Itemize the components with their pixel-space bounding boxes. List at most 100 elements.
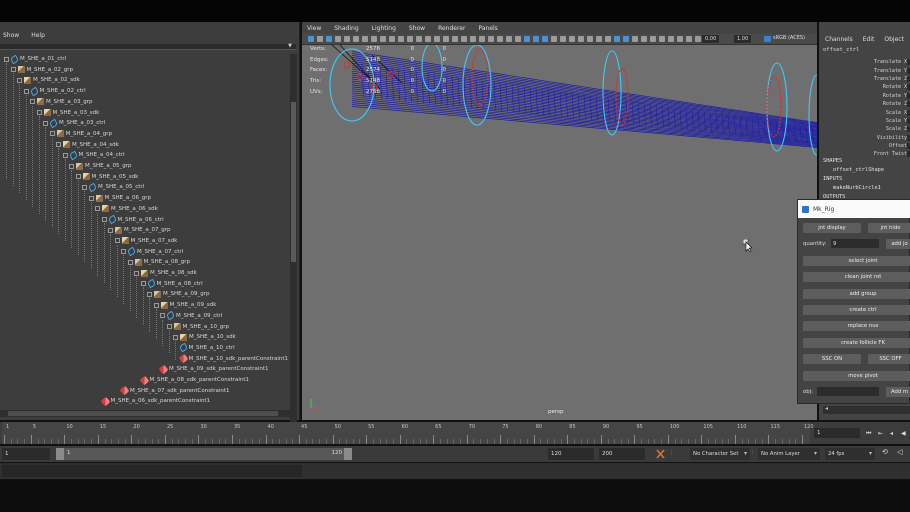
- channel-attribute-row[interactable]: Offset: [819, 142, 910, 150]
- outliner-item[interactable]: M_SHE_a_07_sdk_parentConstraint1: [119, 385, 230, 396]
- viewport-toolbar-icon[interactable]: [362, 36, 368, 42]
- expand-toggle-icon[interactable]: [62, 152, 68, 158]
- gamma-field[interactable]: 1.00: [734, 35, 752, 43]
- filter-dropdown-icon[interactable]: ▼: [288, 43, 292, 49]
- outliner-vertical-scrollbar[interactable]: [290, 54, 297, 422]
- outliner-item[interactable]: M_SHE_a_02_grp: [10, 65, 73, 75]
- viewport-toolbar-icon[interactable]: [668, 36, 674, 42]
- outliner-item[interactable]: M_SHE_a_04_grp: [49, 129, 112, 139]
- outliner-item[interactable]: M_SHE_a_07_grp: [108, 225, 170, 235]
- viewport-toolbar-icon[interactable]: [524, 36, 530, 42]
- expand-toggle-icon[interactable]: [166, 324, 172, 329]
- range-end-field[interactable]: 120: [548, 448, 594, 460]
- viewport-toolbar-icon[interactable]: [587, 36, 593, 42]
- expand-toggle-icon[interactable]: [147, 291, 152, 297]
- select-joint-button[interactable]: select joint: [803, 256, 910, 266]
- viewport-menu-shading[interactable]: Shading: [334, 25, 358, 32]
- viewport-toolbar-icon[interactable]: [443, 36, 449, 42]
- add-joint-button[interactable]: add jo: [886, 239, 910, 249]
- fps-dropdown[interactable]: 24 fps: [825, 448, 875, 460]
- viewport-toolbar-icon[interactable]: [335, 36, 341, 42]
- expand-toggle-icon[interactable]: [160, 313, 165, 319]
- viewport-menu-renderer[interactable]: Renderer: [438, 25, 465, 32]
- move-pivot-button[interactable]: move pivot: [803, 371, 910, 381]
- viewport-toolbar-icon[interactable]: [506, 36, 512, 42]
- outliner-item[interactable]: M_SHE_a_10_sdk: [173, 332, 236, 342]
- viewport-toolbar-icon[interactable]: [632, 36, 638, 42]
- viewport-toolbar-icon[interactable]: [605, 36, 611, 42]
- ssc-on-button[interactable]: SSC ON: [803, 354, 861, 364]
- expand-toggle-icon[interactable]: [114, 238, 120, 244]
- viewport-menu-show[interactable]: Show: [409, 25, 425, 32]
- outliner-item[interactable]: M_SHE_a_06_grp: [88, 193, 151, 203]
- auto-key-icon[interactable]: [656, 449, 665, 459]
- viewport-toolbar-icon[interactable]: [434, 36, 440, 42]
- outliner-menu-show[interactable]: Show: [3, 32, 19, 42]
- input-node[interactable]: makeNurbCircle1: [833, 185, 881, 191]
- ssc-off-button[interactable]: SSC OFF: [868, 354, 910, 364]
- outliner-item[interactable]: M_SHE_a_10_sdk_parentConstraint1: [178, 353, 288, 364]
- viewport-toolbar-icon[interactable]: [308, 36, 314, 42]
- outliner-item[interactable]: M_SHE_a_07_sdk: [114, 236, 177, 246]
- channel-attribute-row[interactable]: Translate X: [819, 58, 910, 66]
- expand-toggle-icon[interactable]: [23, 88, 29, 94]
- command-input[interactable]: [2, 465, 302, 477]
- step-back-key-icon[interactable]: ⇤: [878, 430, 883, 437]
- outliner-item[interactable]: M_SHE_a_04_ctrl: [62, 150, 125, 161]
- replace-nus-button[interactable]: replace nus: [803, 321, 910, 331]
- range-slider[interactable]: 1 120: [56, 448, 352, 460]
- outliner-item[interactable]: M_SHE_a_08_sdk_parentConstraint1: [139, 375, 249, 385]
- outliner-item[interactable]: M_SHE_a_10_ctrl: [178, 343, 235, 353]
- jnt-display-button[interactable]: jnt display: [803, 223, 861, 233]
- viewport-toolbar-icon[interactable]: [425, 36, 431, 42]
- viewport-toolbar-icon[interactable]: [353, 36, 359, 42]
- viewport-toolbar-icon[interactable]: [596, 36, 602, 42]
- expand-toggle-icon[interactable]: [101, 217, 107, 222]
- viewport-toolbar-icon[interactable]: [416, 36, 422, 42]
- viewport-toolbar-icon[interactable]: [533, 36, 539, 42]
- viewport-panel[interactable]: View Shading Lighting Show Renderer Pane…: [302, 22, 817, 420]
- expand-toggle-icon[interactable]: [75, 174, 81, 180]
- outliner-item[interactable]: M_SHE_a_07_ctrl: [121, 246, 183, 257]
- viewport-toolbar-icon[interactable]: [380, 36, 386, 42]
- viewport-toolbar-icon[interactable]: [569, 36, 575, 42]
- viewport-toolbar-icon[interactable]: [542, 36, 548, 42]
- channelbox-scrollbar[interactable]: [823, 405, 910, 414]
- viewport-toolbar-icon[interactable]: [452, 36, 458, 42]
- outliner-item[interactable]: M_SHE_a_03_ctrl: [43, 118, 105, 128]
- expand-toggle-icon[interactable]: [82, 184, 87, 190]
- viewport-menu-lighting[interactable]: Lighting: [372, 25, 396, 32]
- expand-toggle-icon[interactable]: [153, 302, 159, 308]
- go-to-start-icon[interactable]: ⏮: [866, 430, 871, 438]
- clean-joint-rot-button[interactable]: clean joint rot: [803, 272, 910, 282]
- viewport-toolbar-icon[interactable]: [614, 36, 620, 42]
- range-slider-right-handle[interactable]: [344, 448, 352, 460]
- viewport-toolbar-icon[interactable]: [515, 36, 521, 42]
- viewport-toolbar-icon[interactable]: [650, 36, 656, 42]
- outliner-item[interactable]: M_SHE_a_06_sdk: [95, 204, 158, 214]
- play-backwards-icon[interactable]: ◀: [901, 430, 906, 437]
- animation-end-field[interactable]: 200: [599, 448, 645, 460]
- channel-attribute-row[interactable]: Translate Y: [819, 66, 910, 74]
- expand-toggle-icon[interactable]: [49, 131, 55, 137]
- cb-menu-object[interactable]: Object: [884, 36, 904, 43]
- outliner-item[interactable]: M_SHE_a_03_grp: [30, 97, 92, 107]
- jnt-hide-button[interactable]: jnt hide: [868, 223, 910, 233]
- expand-toggle-icon[interactable]: [95, 206, 100, 212]
- obj-field[interactable]: [817, 387, 879, 396]
- channel-attribute-row[interactable]: Scale Z: [819, 125, 910, 133]
- expand-toggle-icon[interactable]: [134, 270, 139, 276]
- cb-menu-channels[interactable]: Channels: [825, 36, 853, 43]
- expand-toggle-icon[interactable]: [108, 227, 113, 233]
- viewport-toolbar-icon[interactable]: [344, 36, 350, 42]
- expand-toggle-icon[interactable]: [140, 281, 146, 287]
- shape-node[interactable]: offset_ctrlShape: [833, 167, 884, 173]
- outliner-item[interactable]: M_SHE_a_10_grp: [166, 322, 229, 332]
- channel-attribute-row[interactable]: Visibility: [819, 134, 910, 142]
- outliner-horizontal-scrollbar[interactable]: [0, 410, 290, 417]
- quantity-field[interactable]: 9: [831, 239, 879, 248]
- viewport-scene[interactable]: [302, 45, 817, 420]
- viewport-toolbar-icon[interactable]: [695, 36, 701, 42]
- time-ruler[interactable]: 1 5 10 15 20 25 30 35 40 45 50 55 60 65 70 75 80 85 90 95 10…: [2, 422, 814, 444]
- viewport-toolbar-icon[interactable]: [560, 36, 566, 42]
